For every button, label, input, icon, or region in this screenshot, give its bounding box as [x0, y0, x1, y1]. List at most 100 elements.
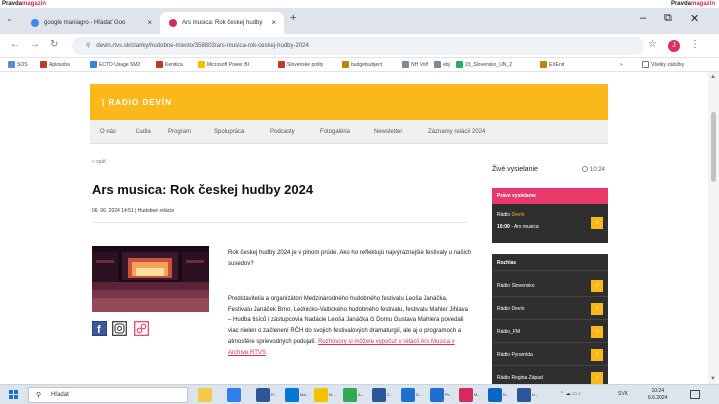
facebook-icon[interactable]: f: [91, 320, 108, 337]
bookmark-item[interactable]: ebj: [434, 61, 450, 69]
forward-icon[interactable]: →: [30, 39, 40, 50]
bookmark-item[interactable]: EXEnit: [540, 61, 564, 69]
taskbar-app-icon[interactable]: [401, 388, 415, 402]
article-body: Predstavitelia a organizátori Medzinárod…: [228, 296, 469, 356]
bookmark-item[interactable]: NH Volf: [402, 61, 428, 69]
bookmark-item[interactable]: ECTO Usage SM2: [90, 61, 140, 69]
url-input[interactable]: ⚲ devin.rtvs.sk/clanky/hudobne-miesto/358…: [72, 37, 644, 55]
menu-item[interactable]: Fotogaléria: [320, 129, 350, 135]
browser-tab-bar: ⌄ google maniagro - Hľadať Goo × Ars mus…: [0, 8, 719, 34]
taskbar-app-icon[interactable]: [372, 388, 386, 402]
menu-item[interactable]: Záznamy relácií 2024: [428, 129, 485, 135]
scroll-down-icon[interactable]: ▼: [710, 376, 716, 382]
other-bookmarks[interactable]: Všetky záložky: [642, 61, 684, 69]
top-strip-right[interactable]: Pravdamagazin: [671, 0, 715, 8]
play-arrow-icon[interactable]: ›: [591, 372, 603, 384]
taskbar-app-icon[interactable]: [488, 388, 502, 402]
bookmark-item[interactable]: Slovenske pošty: [278, 61, 323, 69]
google-favicon-icon: [31, 19, 39, 27]
browser-menu-icon[interactable]: ⋮: [690, 39, 700, 50]
station-item[interactable]: Rádio Slovensko: [497, 283, 535, 289]
play-arrow-icon[interactable]: ›: [591, 217, 603, 229]
taskbar-app-icon[interactable]: [459, 388, 473, 402]
bookmark-item[interactable]: SOS: [8, 61, 28, 69]
station-item[interactable]: Rádio_FM: [497, 329, 520, 335]
tray-icons[interactable]: ⌃ ☁ ▭ ♪: [560, 391, 581, 397]
site-info-icon[interactable]: ⚲: [86, 43, 90, 49]
menu-item[interactable]: Spolupráca: [214, 129, 244, 135]
taskbar-app-label: N...: [503, 392, 510, 397]
divider: [492, 342, 608, 343]
radio-list-box: Rozhlas Rádio Slovensko › Rádio Devín › …: [492, 254, 608, 384]
live-title: Živé vysielanie: [492, 166, 538, 173]
windows-taskbar: ⚲ Hľadať P... Ma... N... A... C... D... Pr... M.…: [0, 384, 719, 404]
tab-ars-musica[interactable]: Ars musica: Rok českej hudby ×: [160, 12, 284, 34]
site-header: | RADIO DEVÍN: [90, 84, 608, 120]
menu-item[interactable]: Newsletter: [374, 129, 402, 135]
back-link[interactable]: « späť: [92, 159, 106, 165]
window-close-icon[interactable]: ✕: [690, 12, 699, 25]
menu-item[interactable]: O nás: [100, 129, 116, 135]
bookmark-item[interactable]: Kenitica: [156, 61, 183, 69]
close-icon[interactable]: ×: [147, 12, 152, 34]
profile-avatar[interactable]: J: [668, 40, 680, 52]
system-clock[interactable]: 10:24 6.6.2024: [648, 388, 667, 402]
taskbar-app-label: U...: [532, 392, 539, 397]
station-item[interactable]: Rádio Regina Západ: [497, 375, 543, 381]
bookmark-icon: [278, 61, 285, 69]
play-arrow-icon[interactable]: ›: [591, 280, 603, 292]
tab-search-icon[interactable]: ⌄: [6, 14, 13, 23]
bookmarks-bar: SOS Aplosoba ECTO Usage SM2 Kenitica Mic…: [0, 58, 719, 72]
station-item[interactable]: Rádio Devín: [497, 306, 525, 312]
notifications-icon[interactable]: [690, 390, 700, 399]
taskbar-app-icon[interactable]: [314, 388, 328, 402]
new-tab-icon[interactable]: +: [290, 12, 296, 24]
windows-start-icon[interactable]: [9, 390, 19, 400]
more-bookmarks-icon[interactable]: »: [620, 61, 623, 69]
taskbar-app-icon[interactable]: [517, 388, 531, 402]
bookmark-icon: [198, 61, 205, 69]
bookmark-item[interactable]: Microsoft Power BI: [198, 61, 249, 69]
bookmark-icon: [40, 61, 47, 69]
radio-devin-logo[interactable]: | RADIO DEVÍN: [102, 98, 172, 107]
back-icon[interactable]: ←: [10, 39, 20, 50]
site-menu: O nás Ľudia Program Spolupráca Podcasty …: [90, 120, 608, 144]
minimize-icon[interactable]: –: [640, 12, 646, 24]
taskbar-app-label: D...: [416, 392, 423, 397]
menu-item[interactable]: Ľudia: [136, 129, 151, 135]
close-icon[interactable]: ×: [271, 12, 276, 34]
taskbar-app-label: C...: [387, 392, 394, 397]
rtvs-favicon-icon: [169, 19, 177, 27]
taskbar-app-icon[interactable]: [430, 388, 444, 402]
bookmark-icon: [402, 61, 409, 69]
language-indicator[interactable]: SVK: [618, 391, 628, 397]
play-arrow-icon[interactable]: ›: [591, 349, 603, 361]
restore-icon[interactable]: ⧉: [664, 12, 672, 25]
taskbar-app-icon[interactable]: [285, 388, 299, 402]
divider: [492, 270, 608, 271]
taskbar-app-icon[interactable]: [343, 388, 357, 402]
play-arrow-icon[interactable]: ›: [591, 326, 603, 338]
bookmark-item[interactable]: Aplosoba: [40, 61, 70, 69]
share-link-icon[interactable]: [134, 321, 149, 336]
tab-google[interactable]: google maniagro - Hľadať Goo ×: [22, 12, 160, 34]
page-scrollbar[interactable]: ▲ ▼: [708, 72, 719, 384]
bookmark-star-icon[interactable]: ☆: [648, 39, 657, 50]
station-item[interactable]: Rádio Pyramída: [497, 352, 533, 358]
scrollbar-thumb[interactable]: [711, 112, 716, 182]
bookmark-item[interactable]: budgetsubject: [342, 61, 382, 69]
menu-item[interactable]: Podcasty: [270, 129, 295, 135]
taskbar-app-icon[interactable]: [227, 388, 241, 402]
instagram-icon[interactable]: [112, 321, 127, 336]
menu-item[interactable]: Program: [168, 129, 191, 135]
taskbar-app-icon[interactable]: [256, 388, 270, 402]
reload-icon[interactable]: ↻: [50, 39, 58, 50]
radio-heading: Rozhlas: [497, 260, 517, 266]
divider: [492, 296, 608, 297]
scroll-up-icon[interactable]: ▲: [710, 74, 716, 80]
top-strip-left[interactable]: Pravdamagazin: [2, 0, 46, 8]
taskbar-search-input[interactable]: ⚲ Hľadať: [28, 387, 188, 403]
taskbar-app-icon[interactable]: [198, 388, 212, 402]
play-arrow-icon[interactable]: ›: [591, 303, 603, 315]
bookmark-item[interactable]: 23_Slovensko_UN_2: [456, 61, 512, 69]
